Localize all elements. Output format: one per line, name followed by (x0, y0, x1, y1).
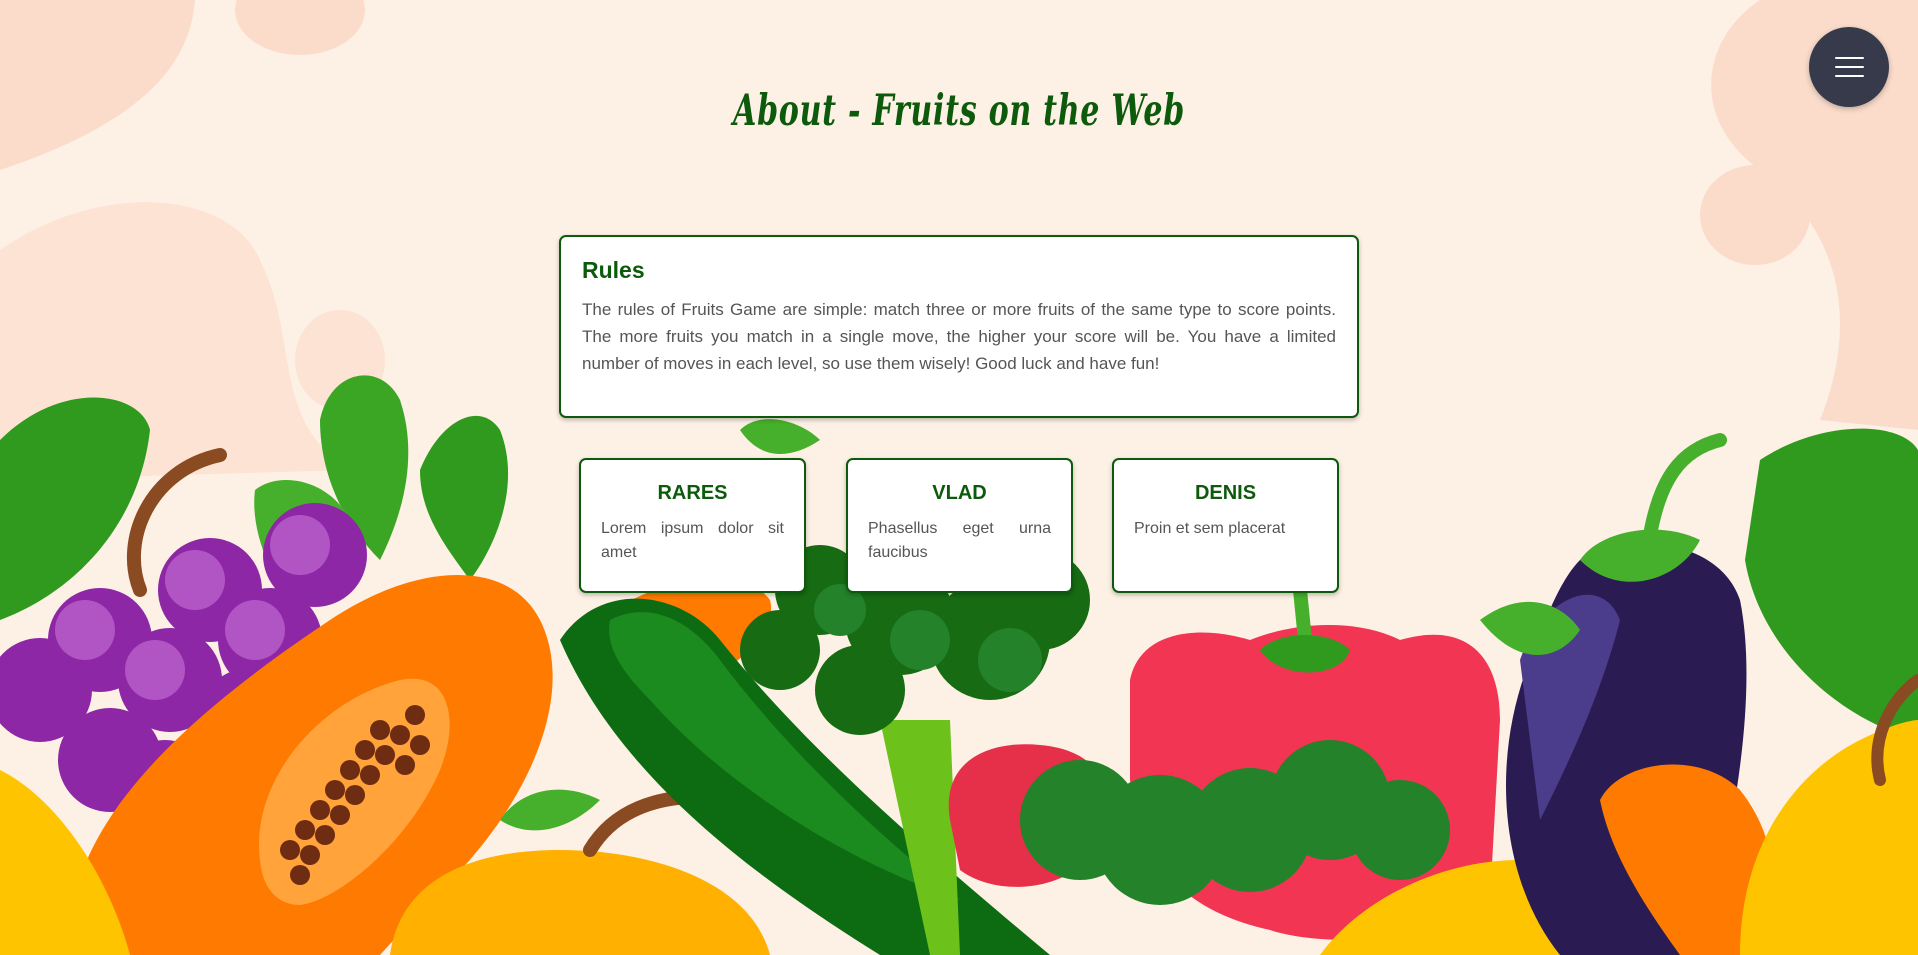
team-member-name: VLAD (932, 482, 987, 504)
rules-card: Rules The rules of Fruits Game are simpl… (559, 235, 1359, 418)
team-member-text: Proin et sem placerat (1134, 520, 1286, 537)
team-member-text: Phasellus eget urna faucibus (868, 520, 1051, 561)
menu-button[interactable] (1809, 27, 1889, 107)
team-member-name: DENIS (1194, 482, 1257, 504)
team-card-denis: DENIS Proin et sem placerat (1112, 458, 1339, 593)
rules-text: The rules of Fruits Game are simple: mat… (582, 300, 1336, 373)
team-member-text: Lorem ipsum dolor sit amet (601, 520, 784, 561)
team-card-vlad: VLAD Phasellus eget urna faucibus (846, 458, 1073, 593)
rules-heading: Rules (582, 257, 645, 283)
page-title: About - Fruits on the Web (733, 86, 1185, 136)
team-card-rares: RARES Lorem ipsum dolor sit amet (579, 458, 806, 593)
team-member-name: RARES (657, 482, 728, 504)
hamburger-icon (1835, 57, 1864, 59)
